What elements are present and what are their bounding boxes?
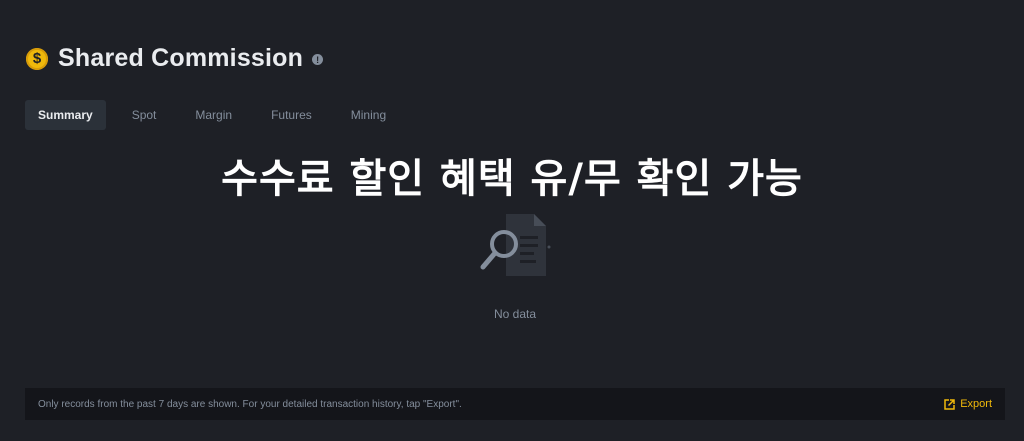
export-button[interactable]: Export: [944, 398, 992, 410]
overlay-caption: 수수료 할인 혜택 유/무 확인 가능: [221, 156, 803, 202]
tab-spot[interactable]: Spot: [119, 100, 170, 130]
document-search-icon: [476, 212, 556, 282]
tab-bar: Summary Spot Margin Futures Mining: [25, 100, 412, 130]
export-icon: [944, 398, 955, 410]
tab-margin[interactable]: Margin: [182, 100, 245, 130]
page-header: $ Shared Commission !: [26, 44, 324, 73]
tab-futures[interactable]: Futures: [258, 100, 325, 130]
tab-summary[interactable]: Summary: [25, 100, 106, 130]
empty-state-text: No data: [493, 307, 537, 321]
info-icon[interactable]: !: [312, 54, 324, 65]
footer-note: Only records from the past 7 days are sh…: [38, 398, 462, 410]
coin-icon: $: [26, 47, 48, 70]
export-label: Export: [960, 398, 992, 410]
tab-mining[interactable]: Mining: [338, 100, 399, 130]
page-title: Shared Commission: [58, 44, 304, 72]
footer-bar: Only records from the past 7 days are sh…: [25, 388, 1005, 420]
